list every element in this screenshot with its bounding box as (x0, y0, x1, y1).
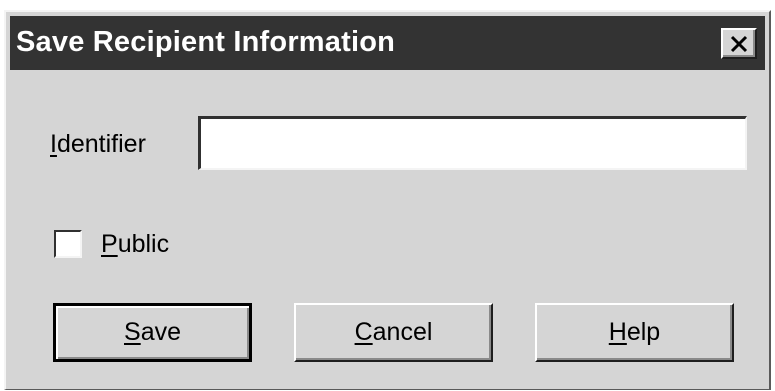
identifier-label: Identifier (50, 130, 146, 159)
save-label-text: ave (140, 318, 181, 346)
public-checkbox[interactable] (54, 230, 82, 258)
title-bar: Save Recipient Information (10, 16, 765, 70)
cancel-mnemonic: C (354, 318, 373, 346)
cancel-button[interactable]: Cancel (294, 303, 493, 362)
identifier-input[interactable] (198, 116, 747, 170)
public-label[interactable]: Public (101, 230, 169, 259)
identifier-mnemonic: I (50, 130, 57, 158)
save-mnemonic: S (124, 318, 141, 346)
close-button[interactable] (721, 28, 757, 59)
close-icon (730, 35, 748, 52)
identifier-label-text: dentifier (56, 130, 146, 158)
save-button[interactable]: Save (53, 303, 252, 362)
cancel-label-text: ancel (372, 318, 433, 346)
save-recipient-dialog: Save Recipient Information Identifier Pu… (4, 10, 771, 390)
public-mnemonic: P (101, 230, 118, 258)
public-label-text: ublic (117, 230, 170, 258)
help-button[interactable]: Help (535, 303, 734, 362)
help-mnemonic: H (608, 318, 627, 346)
help-label-text: elp (626, 318, 661, 346)
dialog-title: Save Recipient Information (16, 26, 396, 58)
